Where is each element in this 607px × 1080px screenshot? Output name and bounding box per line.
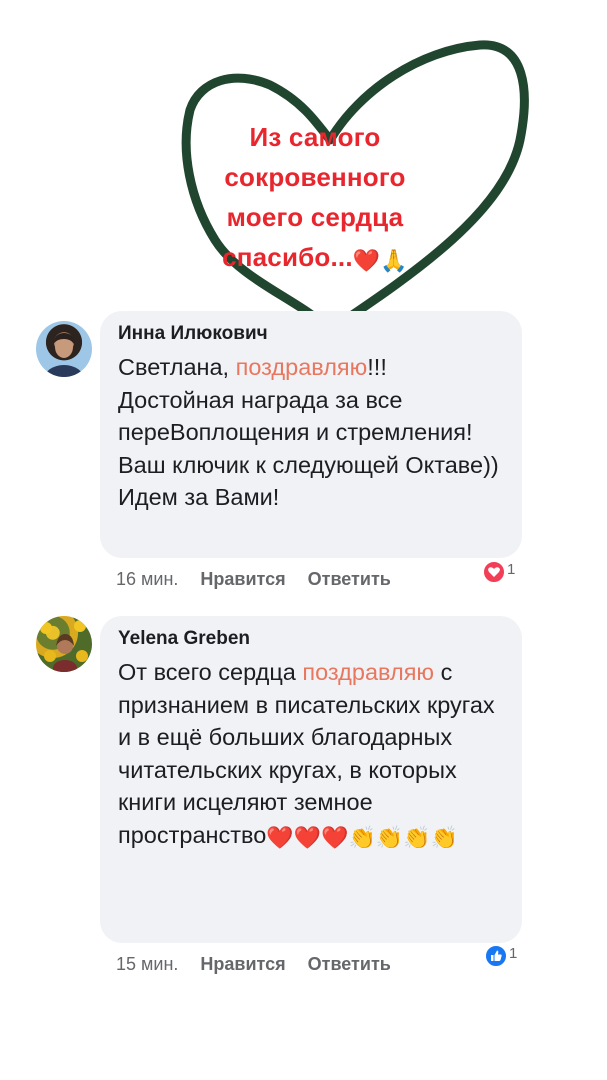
caption-line-4-text: спасибо...	[222, 242, 353, 272]
like-button[interactable]: Нравится	[200, 568, 285, 590]
heart-caption: Из самого сокровенного моего сердца спас…	[150, 117, 480, 281]
comment-text-end: с признанием в писательских кругах и в е…	[118, 659, 495, 848]
comment-text-start: Светлана,	[118, 354, 236, 380]
avatar[interactable]	[36, 616, 92, 672]
reply-button[interactable]: Ответить	[308, 568, 391, 590]
red-heart-emoji: ❤️	[352, 248, 381, 273]
heart-clap-emojis: ❤️❤️❤️👏👏👏👏	[266, 824, 459, 850]
like-reaction-icon	[484, 944, 508, 968]
heart-overlay: Из самого сокровенного моего сердца спас…	[0, 0, 607, 360]
caption-line-3: моего сердца	[226, 202, 404, 232]
avatar[interactable]	[36, 321, 92, 377]
comment-author[interactable]: Yelena Greben	[118, 626, 506, 652]
caption-line-4: спасибо...❤️🙏	[150, 237, 480, 281]
reaction-count: 1	[509, 945, 518, 962]
caption-line-1: Из самого	[249, 122, 381, 152]
caption-line-2: сокровенного	[224, 162, 406, 192]
reply-button[interactable]: Ответить	[308, 953, 391, 975]
hashtag-link[interactable]: поздравляю	[302, 659, 434, 685]
comment-time[interactable]: 15 мин.	[116, 953, 178, 975]
comment-text: Светлана, поздравляю!!! Достойная наград…	[118, 351, 506, 514]
comment-bubble: Yelena Greben От всего сердца поздравляю…	[100, 616, 522, 943]
like-button[interactable]: Нравится	[200, 953, 285, 975]
comment-text: От всего сердца поздравляю с признанием …	[118, 656, 506, 854]
hashtag-link[interactable]: поздравляю	[236, 354, 368, 380]
comment-author[interactable]: Инна Илюкович	[118, 321, 506, 347]
reaction-summary[interactable]: 1	[482, 560, 518, 584]
comments-panel: Инна Илюкович Светлана, поздравляю!!! До…	[16, 311, 537, 986]
reaction-summary[interactable]: 1	[484, 944, 520, 968]
heart-reaction-icon	[482, 560, 506, 584]
comment-actions: 16 мин. Нравится Ответить	[116, 568, 413, 590]
reaction-count: 1	[507, 561, 516, 578]
comment-actions: 15 мин. Нравится Ответить	[116, 953, 413, 975]
comment-time[interactable]: 16 мин.	[116, 568, 178, 590]
praying-hands-emoji: 🙏	[380, 248, 408, 273]
comment-bubble: Инна Илюкович Светлана, поздравляю!!! До…	[100, 311, 522, 558]
comment-text-start: От всего сердца	[118, 659, 303, 685]
